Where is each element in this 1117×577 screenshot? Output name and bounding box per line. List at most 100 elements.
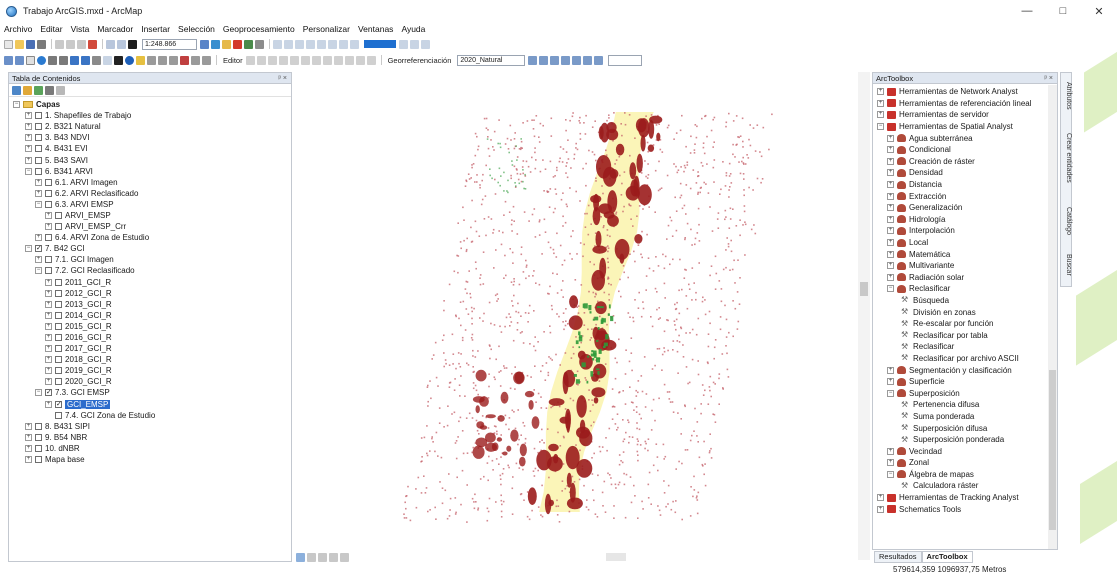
layer-visibility-checkbox[interactable] [35, 456, 42, 464]
menu-vista[interactable]: Vista [71, 24, 90, 34]
toolbox-tool-item[interactable]: ⚒ División en zonas [873, 306, 1057, 318]
layer-visibility-checkbox[interactable]: ✓ [35, 245, 42, 253]
toolbox-tool-item[interactable]: ⚒ Superposición difusa [873, 422, 1057, 434]
toc-layer-row[interactable]: +2017_GCI_R [9, 343, 291, 354]
toolset-item[interactable]: + Densidad [873, 167, 1057, 179]
open-folder-icon[interactable] [15, 39, 24, 49]
edit-tool-icon[interactable] [311, 55, 321, 65]
toc-layer-row[interactable]: + ARVI_EMSP_Crr [9, 221, 291, 232]
expand-collapse-icon[interactable]: + [25, 444, 32, 452]
georef-tool-icon[interactable] [572, 55, 582, 65]
expand-collapse-icon[interactable]: + [877, 111, 884, 119]
expand-collapse-icon[interactable]: + [25, 456, 32, 464]
expand-collapse-icon[interactable]: + [877, 99, 884, 107]
menu-ayuda[interactable]: Ayuda [401, 24, 425, 34]
georef-layer-dropdown[interactable]: 2020_Natural [457, 54, 526, 66]
expand-collapse-icon[interactable]: + [877, 494, 884, 502]
expand-collapse-icon[interactable]: + [45, 311, 52, 319]
edit-tool-icon[interactable] [300, 55, 310, 65]
toolbox-tool-item[interactable]: ⚒ Reclasificar [873, 341, 1057, 353]
layer-visibility-checkbox[interactable]: ✓ [55, 400, 62, 408]
clear-selection-icon[interactable] [103, 55, 112, 65]
expand-collapse-icon[interactable]: + [35, 189, 42, 197]
layer-visibility-checkbox[interactable] [55, 378, 62, 386]
toolbox-item[interactable]: + Herramientas de servidor [873, 109, 1057, 121]
georef-tool-icon[interactable] [528, 55, 538, 65]
edit-tool-icon[interactable] [355, 55, 365, 65]
close-button[interactable]: ✕ [1081, 0, 1117, 22]
map-vertical-scrollbar[interactable] [858, 72, 870, 560]
copy-icon[interactable] [66, 39, 75, 49]
layout-tool-icon[interactable] [328, 39, 337, 49]
list-by-drawing-order-icon[interactable] [12, 85, 21, 95]
tab-resultados[interactable]: Resultados [874, 551, 922, 563]
edit-tool-icon[interactable] [366, 55, 376, 65]
toc-layer-row[interactable]: +5. B43 SAVI [9, 154, 291, 165]
layer-visibility-checkbox[interactable] [35, 134, 42, 142]
expand-collapse-icon[interactable]: − [13, 101, 20, 109]
select-features-icon[interactable] [92, 55, 101, 65]
expand-collapse-icon[interactable]: + [35, 256, 42, 264]
toolset-item[interactable]: + Creación de ráster [873, 156, 1057, 168]
toc-layer-row[interactable]: +2. B321 Natural [9, 121, 291, 132]
toc-layer-row[interactable]: −6.3. ARVI EMSP [9, 199, 291, 210]
layer-visibility-checkbox[interactable] [35, 145, 42, 153]
toc-layer-row[interactable]: + Mapa base [9, 454, 291, 465]
expand-collapse-icon[interactable]: + [25, 422, 32, 430]
layer-visibility-checkbox[interactable] [55, 367, 62, 375]
hyperlink-icon[interactable] [169, 55, 178, 65]
expand-collapse-icon[interactable]: + [45, 289, 52, 297]
edit-tool-icon[interactable] [245, 55, 255, 65]
toc-layer-row[interactable]: +3. B43 NDVI [9, 132, 291, 143]
expand-collapse-icon[interactable]: + [887, 227, 894, 235]
toc-layer-row[interactable]: −6. B341 ARVI [9, 166, 291, 177]
expand-collapse-icon[interactable]: − [35, 200, 42, 208]
data-view-icon[interactable] [296, 552, 305, 562]
expand-collapse-icon[interactable]: + [25, 433, 32, 441]
fixed-zoom-out-icon[interactable] [59, 55, 68, 65]
model-builder-icon[interactable] [255, 39, 264, 49]
layer-visibility-checkbox[interactable] [55, 278, 62, 286]
editor-toolbar-icon[interactable] [200, 39, 209, 49]
layer-visibility-checkbox[interactable] [55, 211, 62, 219]
toolset-item[interactable]: + Hidrología [873, 214, 1057, 226]
expand-collapse-icon[interactable]: + [887, 459, 894, 467]
blank-dropdown[interactable] [608, 54, 643, 66]
layer-visibility-checkbox[interactable] [55, 289, 62, 297]
layer-visibility-checkbox[interactable] [35, 123, 42, 131]
side-tab-buscar[interactable]: Buscar [1061, 247, 1072, 283]
layer-visibility-checkbox[interactable] [45, 256, 52, 264]
add-data-icon[interactable] [128, 39, 137, 49]
refresh-icon[interactable] [318, 552, 327, 562]
layout-tool-icon[interactable] [399, 39, 408, 49]
expand-collapse-icon[interactable]: + [887, 366, 894, 374]
print-icon[interactable] [37, 39, 46, 49]
expand-collapse-icon[interactable]: + [35, 234, 42, 242]
expand-collapse-icon[interactable]: + [45, 211, 52, 219]
full-extent-icon[interactable] [37, 55, 46, 65]
zoom-in-icon[interactable] [4, 55, 13, 65]
expand-collapse-icon[interactable]: + [35, 178, 42, 186]
save-icon[interactable] [26, 39, 35, 49]
layout-tool-icon[interactable] [339, 39, 348, 49]
layer-visibility-checkbox[interactable] [35, 167, 42, 175]
layer-visibility-checkbox[interactable] [45, 200, 52, 208]
toolset-item[interactable]: + Extracción [873, 190, 1057, 202]
side-tab-atributos[interactable]: Atributos [1061, 77, 1072, 115]
georef-tool-icon[interactable] [583, 55, 593, 65]
layout-tool-icon[interactable] [421, 39, 430, 49]
layer-visibility-checkbox[interactable] [55, 334, 62, 342]
arctoolbox-pin-close[interactable]: ᵖ × [1044, 73, 1053, 84]
expand-collapse-icon[interactable]: + [45, 322, 52, 330]
expand-collapse-icon[interactable]: + [25, 123, 32, 131]
toolset-item[interactable]: + Zonal [873, 457, 1057, 469]
expand-collapse-icon[interactable]: + [45, 367, 52, 375]
layer-visibility-checkbox[interactable] [35, 156, 42, 164]
catalog-window-icon[interactable] [222, 39, 231, 49]
viewer-icon[interactable] [191, 55, 200, 65]
toolbox-tool-item[interactable]: ⚒ Calculadora ráster [873, 480, 1057, 492]
expand-collapse-icon[interactable]: + [45, 300, 52, 308]
list-by-visibility-icon[interactable] [34, 85, 43, 95]
arctoolbox-scrollbar[interactable] [1048, 85, 1057, 549]
georef-tool-icon[interactable] [594, 55, 604, 65]
